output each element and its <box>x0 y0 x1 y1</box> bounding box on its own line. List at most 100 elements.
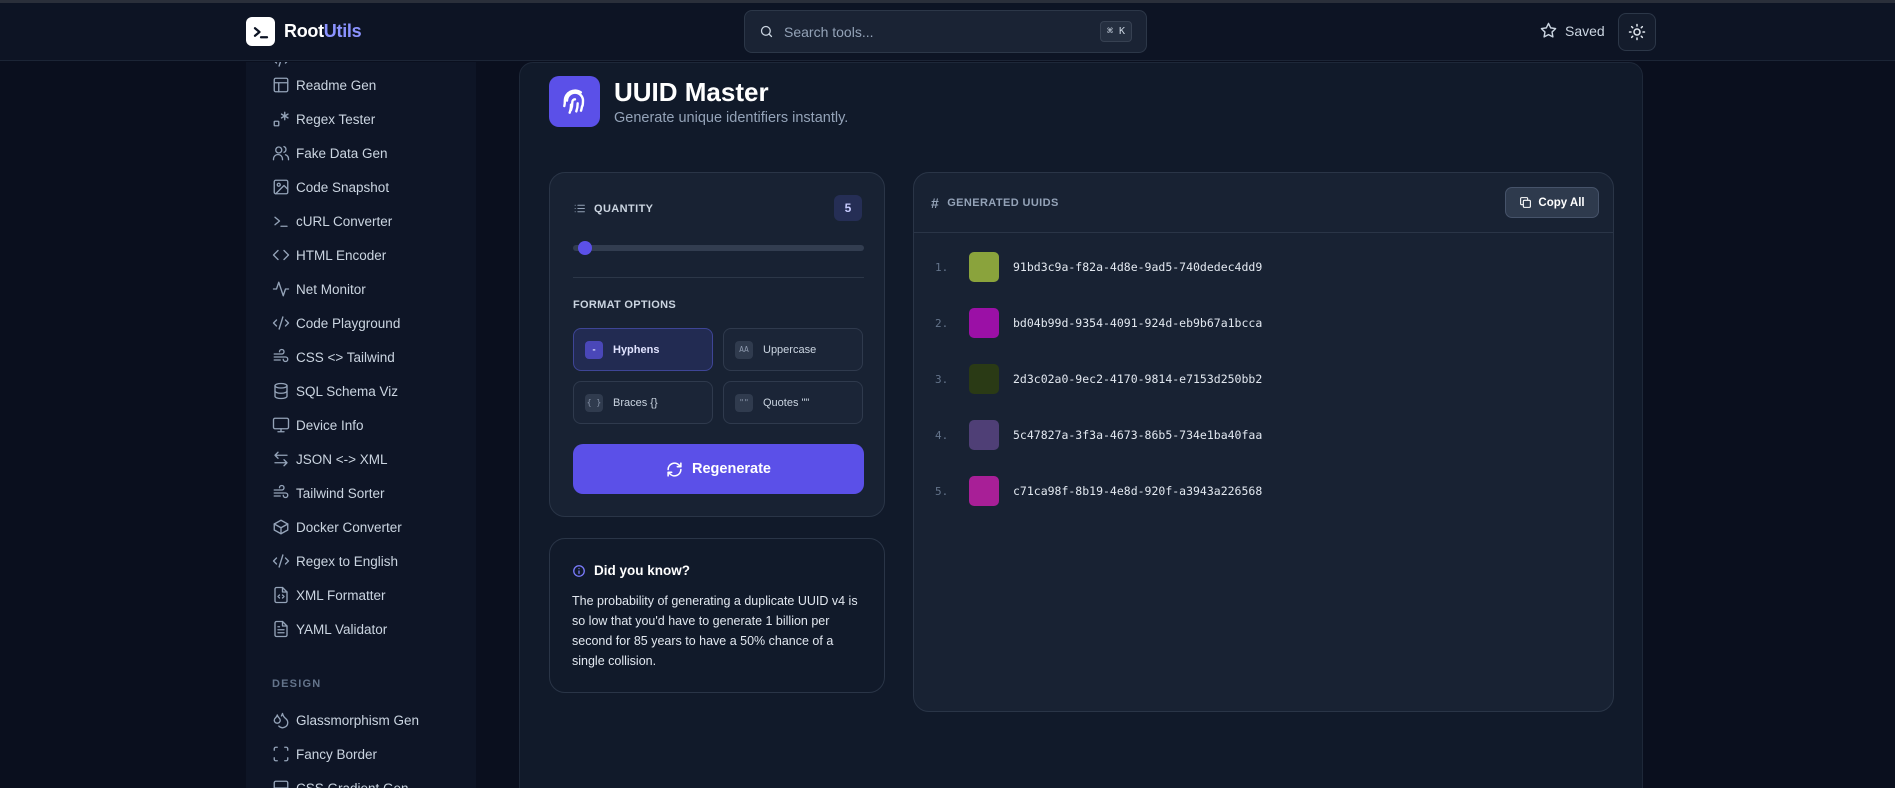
sidebar-item[interactable]: HTML Encoder <box>272 243 386 267</box>
sidebar-item[interactable]: Code Playground <box>272 311 400 335</box>
code-xml-icon <box>272 316 290 330</box>
box-icon <box>273 519 289 535</box>
wind-icon <box>273 348 289 363</box>
uuid-color-swatch <box>969 252 999 282</box>
sidebar-item-label: XML Formatter <box>296 587 386 603</box>
sidebar-item[interactable]: Net Monitor <box>272 277 366 301</box>
sidebar-item[interactable]: SQL Schema Viz <box>272 379 398 403</box>
theme-toggle-button[interactable] <box>1618 13 1656 51</box>
option-label: Uppercase <box>763 343 817 356</box>
layout-icon <box>273 77 289 93</box>
sidebar-item-label: Tailwind Sorter <box>296 485 385 501</box>
sidebar-item[interactable]: cURL Converter <box>272 209 392 233</box>
saved-label: Saved <box>1565 22 1605 39</box>
search-placeholder: Search tools... <box>784 23 874 40</box>
info-title: Did you know? <box>594 563 690 578</box>
sidebar-item[interactable]: Tailwind Sorter <box>272 481 385 505</box>
option-uppercase[interactable]: AA Uppercase <box>723 328 863 371</box>
fingerprint-icon <box>549 76 600 127</box>
users-icon <box>272 145 290 161</box>
sidebar-item[interactable]: Docker Converter <box>272 515 402 539</box>
uuid-value[interactable]: c71ca98f-8b19-4e8d-920f-a3943a226568 <box>1013 484 1262 498</box>
divider <box>573 277 864 278</box>
star-icon <box>1540 22 1557 38</box>
sidebar-item[interactable]: CSS Gradient Gen <box>272 776 409 788</box>
sidebar-item[interactable]: CSS <> Tailwind <box>272 345 395 369</box>
uuid-value[interactable]: 5c47827a-3f3a-4673-86b5-734e1ba40faa <box>1013 428 1262 442</box>
info-icon <box>573 564 585 577</box>
sidebar-item[interactable]: Regex Tester <box>272 107 375 131</box>
uuid-index: 2. <box>935 316 949 330</box>
option-label: Quotes "" <box>763 396 810 409</box>
uuid-index: 4. <box>935 428 949 442</box>
copy-all-button[interactable]: Copy All <box>1505 187 1599 218</box>
saved-button[interactable]: Saved <box>1540 22 1605 39</box>
uuid-value[interactable]: 91bd3c9a-f82a-4d8e-9ad5-740dedec4dd9 <box>1013 260 1262 274</box>
uuid-value[interactable]: 2d3c02a0-9ec2-4170-9814-e7153d250bb2 <box>1013 372 1262 386</box>
controls-card: QUANTITY 5 FORMAT OPTIONS - Hyphens AA U… <box>549 172 885 517</box>
wind-icon <box>273 484 289 499</box>
option-hyphens[interactable]: - Hyphens <box>573 328 713 371</box>
brand-logo[interactable]: RootUtils <box>246 17 362 46</box>
sidebar-item-partial[interactable] <box>272 62 290 72</box>
terminal-icon <box>274 216 288 227</box>
sidebar-item-label: Readme Gen <box>296 77 377 93</box>
option-label: Hyphens <box>613 343 660 356</box>
file-text-icon <box>274 620 288 638</box>
sidebar-item-label: Code Snapshot <box>296 179 390 195</box>
code-icon <box>272 249 290 261</box>
sidebar-item[interactable]: XML Formatter <box>272 583 386 607</box>
uuids-header-label-row: # GENERATED UUIDS <box>931 195 1059 211</box>
sidebar-item[interactable]: JSON <-> XML <box>272 447 388 471</box>
uuid-row[interactable]: 5. c71ca98f-8b19-4e8d-920f-a3943a226568 <box>935 476 1262 506</box>
sidebar-item-label: Fancy Border <box>296 746 378 762</box>
format-options-label: FORMAT OPTIONS <box>573 299 676 311</box>
sidebar-item[interactable]: Regex to English <box>272 549 398 573</box>
sidebar-item[interactable]: Code Snapshot <box>272 175 389 199</box>
uuid-value[interactable]: bd04b99d-9354-4091-924d-eb9b67a1bcca <box>1013 316 1262 330</box>
uuid-color-swatch <box>969 420 999 450</box>
sidebar-item-label: Glassmorphism Gen <box>296 712 420 728</box>
info-card: Did you know? The probability of generat… <box>549 538 885 693</box>
quantity-value-badge: 5 <box>834 195 862 221</box>
braces-icon: { } <box>585 393 603 412</box>
regex-icon <box>273 111 289 127</box>
uuid-row[interactable]: 3. 2d3c02a0-9ec2-4170-9814-e7153d250bb2 <box>935 364 1262 394</box>
info-body: The probability of generating a duplicat… <box>572 594 858 668</box>
search-input[interactable]: Search tools... ⌘ K <box>744 10 1147 53</box>
sidebar-item-label: JSON <-> XML <box>296 451 388 467</box>
terminal-logo-icon <box>246 17 275 46</box>
uuid-color-swatch <box>969 476 999 506</box>
refresh-icon <box>667 461 682 477</box>
sidebar-item[interactable]: Fake Data Gen <box>272 141 388 165</box>
quantity-label: QUANTITY <box>594 202 654 215</box>
sidebar-item[interactable]: Device Info <box>272 413 364 437</box>
uuid-row[interactable]: 4. 5c47827a-3f3a-4673-86b5-734e1ba40faa <box>935 420 1262 450</box>
quantity-slider[interactable] <box>573 241 864 255</box>
uuid-row[interactable]: 1. 91bd3c9a-f82a-4d8e-9ad5-740dedec4dd9 <box>935 252 1262 282</box>
regenerate-button[interactable]: Regenerate <box>573 444 864 494</box>
hash-icon: # <box>931 195 940 211</box>
list-icon <box>574 204 585 213</box>
sun-icon <box>1628 23 1646 41</box>
sidebar-item[interactable]: Fancy Border <box>272 742 377 766</box>
hyphen-icon: - <box>585 340 603 359</box>
uuid-color-swatch <box>969 308 999 338</box>
uuid-row[interactable]: 2. bd04b99d-9354-4091-924d-eb9b67a1bcca <box>935 308 1262 338</box>
sidebar-section-design: DESIGN <box>272 678 322 690</box>
sidebar-item[interactable]: Glassmorphism Gen <box>272 708 419 732</box>
sidebar-item[interactable]: Readme Gen <box>272 73 376 97</box>
option-quotes[interactable]: "" Quotes "" <box>723 381 863 424</box>
generated-uuids-card: # GENERATED UUIDS Copy All 1. 91bd3c9a-f8… <box>913 172 1614 712</box>
search-icon <box>760 25 773 38</box>
sidebar-item[interactable]: YAML Validator <box>272 617 387 641</box>
droplets-icon <box>273 712 289 729</box>
option-braces[interactable]: { } Braces {} <box>573 381 713 424</box>
brand-name: RootUtils <box>284 21 362 41</box>
quantity-slider-thumb[interactable] <box>577 241 592 255</box>
sidebar-item-label: YAML Validator <box>296 621 388 637</box>
sidebar-item-label: Device Info <box>296 417 364 433</box>
option-label: Braces {} <box>613 396 658 409</box>
sidebar-item-label: Regex Tester <box>296 111 376 127</box>
sidebar-item-label: CSS Gradient Gen <box>296 780 409 788</box>
